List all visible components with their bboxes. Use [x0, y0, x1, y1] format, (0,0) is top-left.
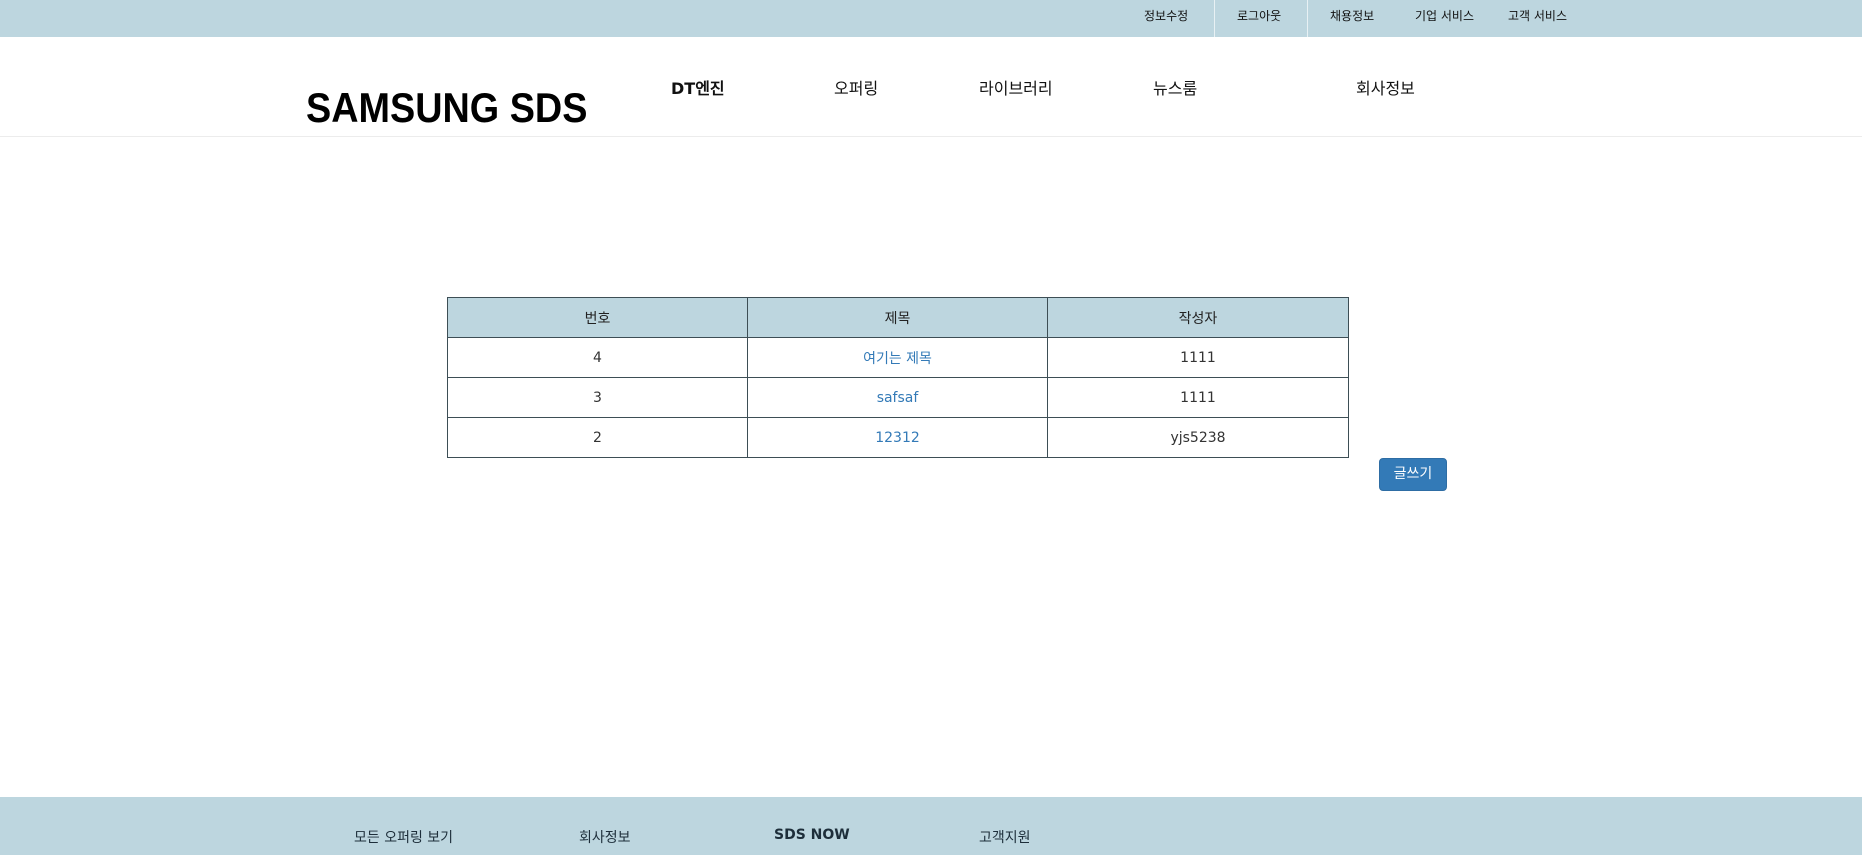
footer-all-offerings-link[interactable]: 모든 오퍼링 보기: [354, 827, 453, 847]
column-header-title: 제목: [747, 297, 1048, 338]
footer-customer-support-link[interactable]: 고객지원: [979, 827, 1031, 847]
table-row: 4 여기는 제목 1111: [447, 337, 1349, 378]
logout-link[interactable]: 로그아웃: [1237, 0, 1281, 37]
footer-sds-now-link[interactable]: SDS NOW: [774, 827, 850, 843]
table-header-row: 번호 제목 작성자: [447, 297, 1349, 338]
nav-offering[interactable]: 오퍼링: [834, 75, 878, 99]
edit-profile-link[interactable]: 정보수정: [1144, 0, 1188, 37]
post-author: yjs5238: [1047, 417, 1349, 458]
careers-link[interactable]: 채용정보: [1330, 0, 1374, 37]
enterprise-service-link[interactable]: 기업 서비스: [1415, 0, 1474, 37]
site-header: SAMSUNG SDS DT엔진 오퍼링 라이브러리 뉴스룸 회사정보: [0, 37, 1862, 137]
post-author: 1111: [1047, 337, 1349, 378]
customer-service-link[interactable]: 고객 서비스: [1508, 0, 1567, 37]
write-post-button[interactable]: 글쓰기: [1379, 458, 1447, 491]
post-title-cell: safsaf: [747, 377, 1048, 418]
table-row: 2 12312 yjs5238: [447, 417, 1349, 458]
post-title-cell: 12312: [747, 417, 1048, 458]
post-number: 2: [447, 417, 748, 458]
nav-library[interactable]: 라이브러리: [979, 75, 1053, 99]
column-header-number: 번호: [447, 297, 748, 338]
table-row: 3 safsaf 1111: [447, 377, 1349, 418]
post-title-link[interactable]: safsaf: [877, 390, 919, 406]
utility-divider: [1214, 0, 1215, 37]
post-author: 1111: [1047, 377, 1349, 418]
post-title-cell: 여기는 제목: [747, 337, 1048, 378]
post-title-link[interactable]: 여기는 제목: [863, 351, 932, 367]
nav-company-info[interactable]: 회사정보: [1356, 75, 1415, 99]
nav-newsroom[interactable]: 뉴스룸: [1153, 75, 1197, 99]
footer-company-info-link[interactable]: 회사정보: [579, 827, 631, 847]
post-number: 4: [447, 337, 748, 378]
site-footer: 모든 오퍼링 보기 회사정보 SDS NOW 고객지원: [0, 797, 1862, 855]
utility-divider: [1307, 0, 1308, 37]
nav-dt-engine[interactable]: DT엔진: [671, 75, 725, 99]
samsung-sds-logo[interactable]: SAMSUNG SDS: [306, 84, 587, 132]
board-table: 번호 제목 작성자 4 여기는 제목 1111 3 safsaf 1111 2 …: [447, 297, 1349, 458]
post-title-link[interactable]: 12312: [875, 430, 920, 446]
utility-bar: 정보수정 로그아웃 채용정보 기업 서비스 고객 서비스: [0, 0, 1862, 37]
column-header-author: 작성자: [1047, 297, 1349, 338]
post-number: 3: [447, 377, 748, 418]
